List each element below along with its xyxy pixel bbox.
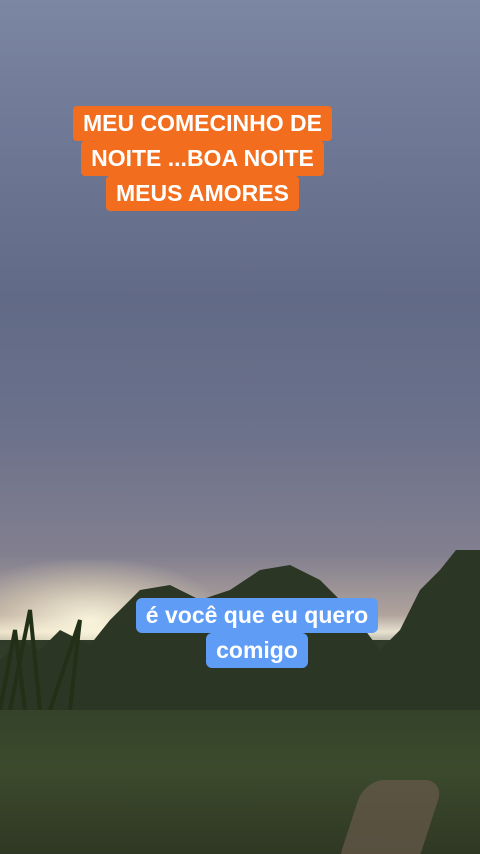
top-caption-line-1: MEU COMECINHO DE [73, 106, 332, 141]
top-caption-line-3: MEUS AMORES [106, 176, 299, 211]
top-caption-line-2: NOITE ...BOA NOITE [81, 141, 324, 176]
top-caption: MEU COMECINHO DE NOITE ...BOA NOITE MEUS… [55, 106, 350, 211]
bottom-caption: é você que eu quero comigo [117, 598, 397, 668]
bottom-caption-line-2: comigo [206, 633, 308, 668]
bottom-caption-line-1: é você que eu quero [135, 598, 379, 633]
